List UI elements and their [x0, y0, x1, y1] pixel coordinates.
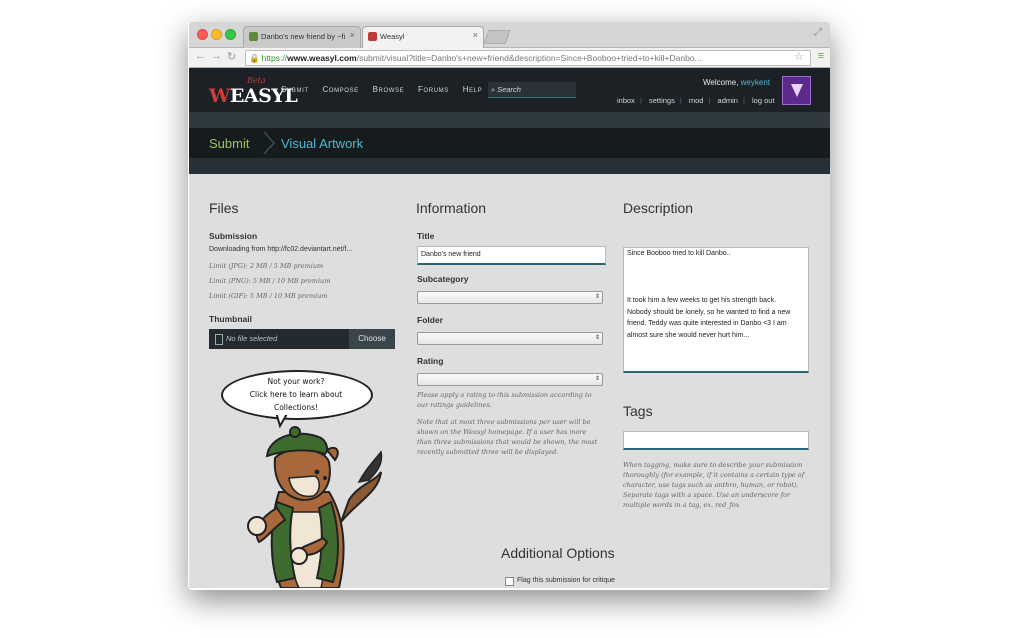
rating-label: Rating	[417, 356, 444, 366]
main-nav: Submit Compose Browse Forums Help	[281, 85, 493, 94]
tab-title: Danbo's new friend by ~fi	[261, 32, 346, 41]
link-settings[interactable]: settings	[649, 96, 675, 105]
avatar[interactable]	[782, 76, 811, 105]
reload-icon[interactable]: ↻	[227, 50, 236, 63]
limit-gif: Limit (GIF): 5 MB / 10 MB premium	[209, 292, 328, 300]
submission-label: Submission	[209, 231, 258, 241]
thumbnail-label: Thumbnail	[209, 314, 252, 324]
tab-deviantart[interactable]: Danbo's new friend by ~fi ×	[243, 26, 361, 48]
breadcrumb-submit[interactable]: Submit	[209, 136, 249, 151]
folder-select[interactable]: ⇕	[417, 332, 603, 345]
fullscreen-icon[interactable]: ⤢	[814, 27, 822, 38]
title-label: Title	[417, 231, 435, 241]
additional-options-heading: Additional Options	[501, 545, 615, 561]
logo-beta-tag: Beta	[247, 76, 266, 85]
site-search-input[interactable]: ⌕ Search	[488, 82, 576, 98]
files-heading: Files	[209, 200, 239, 216]
tab-title: Weasyl	[380, 32, 405, 41]
weasel-mascot-illustration	[247, 426, 383, 588]
subcategory-select[interactable]: ⇕	[417, 291, 603, 304]
download-status: Downloading from http://fc02.deviantart.…	[209, 246, 353, 253]
select-arrows-icon: ⇕	[594, 294, 600, 300]
url-path: /submit/visual?title=Danbo's+new+friend&…	[356, 53, 702, 63]
back-arrow-icon[interactable]: ←	[195, 50, 206, 62]
homepage-limit-note: Note that at most three submissions per …	[417, 418, 598, 456]
tab-weasyl[interactable]: Weasyl ×	[362, 26, 484, 48]
site-header: Beta WEASYL Submit Compose Browse Forums…	[189, 68, 830, 112]
zoom-window-button[interactable]	[225, 29, 236, 40]
nav-submit[interactable]: Submit	[281, 85, 309, 94]
link-inbox[interactable]: inbox	[617, 96, 635, 105]
link-log-out[interactable]: log out	[752, 96, 775, 105]
select-arrows-icon: ⇕	[594, 335, 600, 341]
tab-close-icon[interactable]: ×	[350, 30, 355, 40]
lock-icon: 🔒	[249, 53, 260, 63]
search-placeholder: Search	[497, 85, 521, 94]
critique-checkbox[interactable]	[505, 577, 514, 586]
new-tab-button[interactable]	[483, 30, 511, 44]
nav-help[interactable]: Help	[463, 85, 483, 94]
thumbnail-file-input[interactable]: No file selected Choose	[209, 329, 395, 349]
browser-window: Danbo's new friend by ~fi × Weasyl × ⤢ ←…	[189, 22, 830, 588]
description-textarea[interactable]: Since Booboo tried to kill Danbo.. It to…	[623, 247, 809, 373]
breadcrumb-chevron-icon	[263, 132, 276, 154]
deviantart-favicon-icon	[249, 32, 258, 41]
tags-input[interactable]	[623, 431, 809, 450]
link-admin[interactable]: admin	[718, 96, 738, 105]
link-mod[interactable]: mod	[689, 96, 704, 105]
title-input[interactable]: Danbo's new friend	[417, 246, 606, 265]
chrome-menu-icon[interactable]: ≡	[818, 50, 824, 62]
bookmark-star-icon[interactable]: ☆	[794, 50, 804, 63]
select-arrows-icon: ⇕	[594, 376, 600, 382]
rating-select[interactable]: ⇕	[417, 373, 603, 386]
url-domain: www.weasyl.com	[287, 53, 357, 63]
critique-label: Flag this submission for critique	[517, 577, 616, 584]
tags-heading: Tags	[623, 403, 653, 419]
description-heading: Description	[623, 200, 694, 216]
choose-file-button[interactable]: Choose	[349, 329, 395, 349]
search-icon: ⌕	[491, 85, 496, 94]
breadcrumb: Submit Visual Artwork	[189, 128, 830, 158]
close-window-button[interactable]	[197, 29, 208, 40]
limit-png: Limit (PNG): 5 MB / 10 MB premium	[209, 277, 331, 285]
url-scheme: https://	[261, 53, 288, 63]
no-file-text: No file selected	[226, 334, 278, 343]
address-bar[interactable]: 🔒 https://www.weasyl.com/submit/visual?ti…	[245, 50, 811, 66]
nav-browse[interactable]: Browse	[373, 85, 405, 94]
rating-note: Please apply a rating to this submission…	[417, 391, 592, 409]
user-links: inbox | settings | mod | admin | log out	[617, 96, 775, 105]
nav-compose[interactable]: Compose	[322, 85, 358, 94]
minimize-window-button[interactable]	[211, 29, 222, 40]
username-link[interactable]: weykent	[741, 78, 770, 87]
page-banner: Submit Visual Artwork	[189, 112, 830, 174]
tab-strip: Danbo's new friend by ~fi × Weasyl × ⤢	[189, 22, 830, 48]
collections-link[interactable]: Not your work? Click here to learn about…	[229, 375, 363, 414]
subcategory-label: Subcategory	[417, 274, 469, 284]
page-title: Visual Artwork	[281, 136, 364, 151]
tab-close-icon[interactable]: ×	[473, 30, 478, 40]
browser-toolbar: ← → ↻ 🔒 https://www.weasyl.com/submit/vis…	[189, 48, 830, 68]
limit-jpg: Limit (JPG): 2 MB / 5 MB premium	[209, 262, 324, 270]
forward-arrow-icon[interactable]: →	[211, 50, 222, 62]
file-icon	[215, 334, 223, 345]
folder-label: Folder	[417, 315, 443, 325]
welcome-message: Welcome, weykent	[703, 78, 771, 87]
tags-help: When tagging, make sure to describe your…	[623, 461, 805, 509]
weasyl-favicon-icon	[368, 32, 377, 41]
information-heading: Information	[416, 200, 487, 216]
nav-forums[interactable]: Forums	[418, 85, 449, 94]
